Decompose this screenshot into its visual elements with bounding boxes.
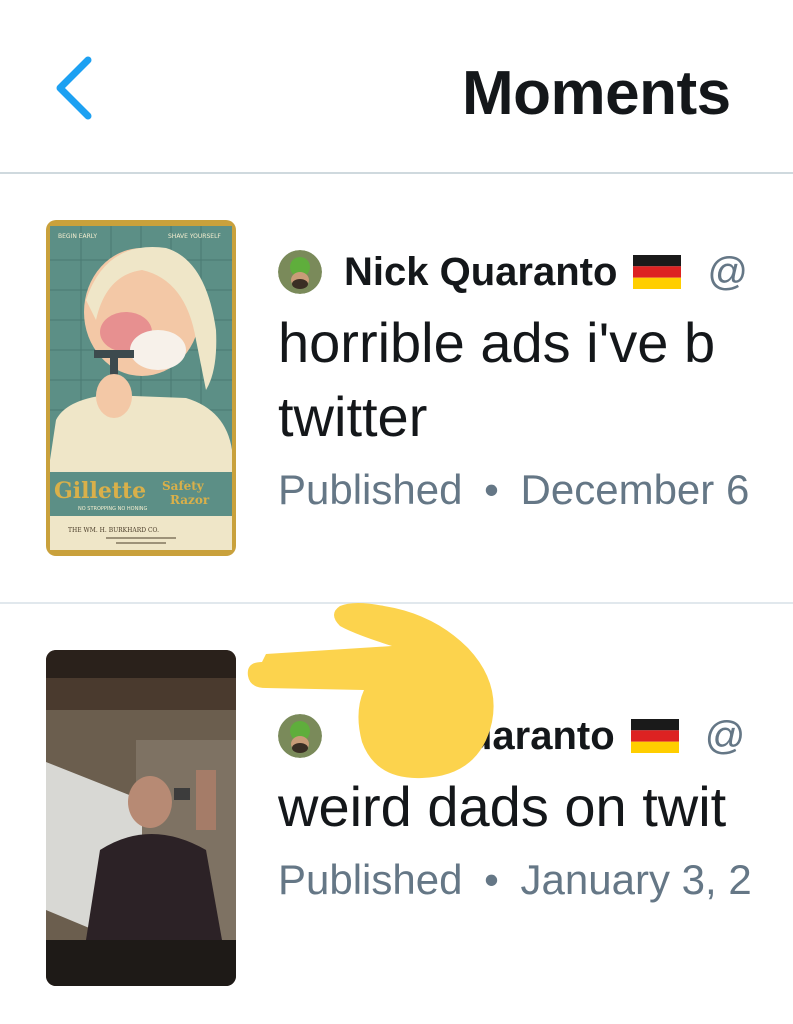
publish-date: January 3, 2 bbox=[520, 856, 752, 903]
thumbnail-brand: Gillette bbox=[54, 478, 146, 504]
publish-info: Published • January 3, 2 bbox=[278, 856, 793, 904]
pointing-hand-emoji-icon bbox=[247, 603, 494, 779]
thumbnail-tagline: NO STROPPING NO HONING bbox=[78, 506, 148, 512]
separator-dot: • bbox=[484, 856, 499, 903]
separator-dot: • bbox=[484, 466, 499, 513]
publish-status: Published bbox=[278, 856, 463, 903]
thumbnail-product-top: Safety bbox=[162, 479, 205, 493]
author-handle: @ bbox=[704, 713, 746, 758]
germany-flag-icon bbox=[633, 255, 682, 289]
moment-thumbnail: BEGIN EARLY SHAVE YOURSELF Gillette Safe… bbox=[46, 220, 236, 556]
moment-title[interactable]: horrible ads i've b twitter bbox=[278, 306, 793, 454]
thumbnail-text-right: SHAVE YOURSELF bbox=[168, 233, 221, 240]
chevron-left-icon bbox=[56, 56, 92, 120]
page-title: Moments bbox=[462, 59, 731, 128]
back-button[interactable] bbox=[46, 52, 106, 124]
thumbnail-footer: THE WM. H. BURKHARD CO. bbox=[68, 527, 159, 534]
author-row: Nick Quaranto @ bbox=[278, 244, 793, 300]
thumbnail-text-left: BEGIN EARLY bbox=[58, 233, 97, 240]
moment-thumbnail bbox=[46, 650, 236, 986]
publish-date: December 6 bbox=[520, 466, 750, 513]
germany-flag-icon bbox=[630, 719, 679, 753]
publish-status: Published bbox=[278, 466, 463, 513]
thumbnail-product-bottom: Razor bbox=[170, 493, 210, 507]
publish-info: Published • December 6 bbox=[278, 466, 793, 514]
author-name[interactable]: Nick Quaranto bbox=[344, 250, 617, 295]
moment-item[interactable]: BEGIN EARLY SHAVE YOURSELF Gillette Safe… bbox=[0, 176, 793, 604]
moment-meta: Nick Quaranto @ horrible ads i've b twit… bbox=[278, 244, 793, 514]
avatar[interactable] bbox=[278, 250, 322, 294]
nav-header: Moments bbox=[0, 0, 793, 174]
author-handle: @ bbox=[707, 249, 749, 294]
